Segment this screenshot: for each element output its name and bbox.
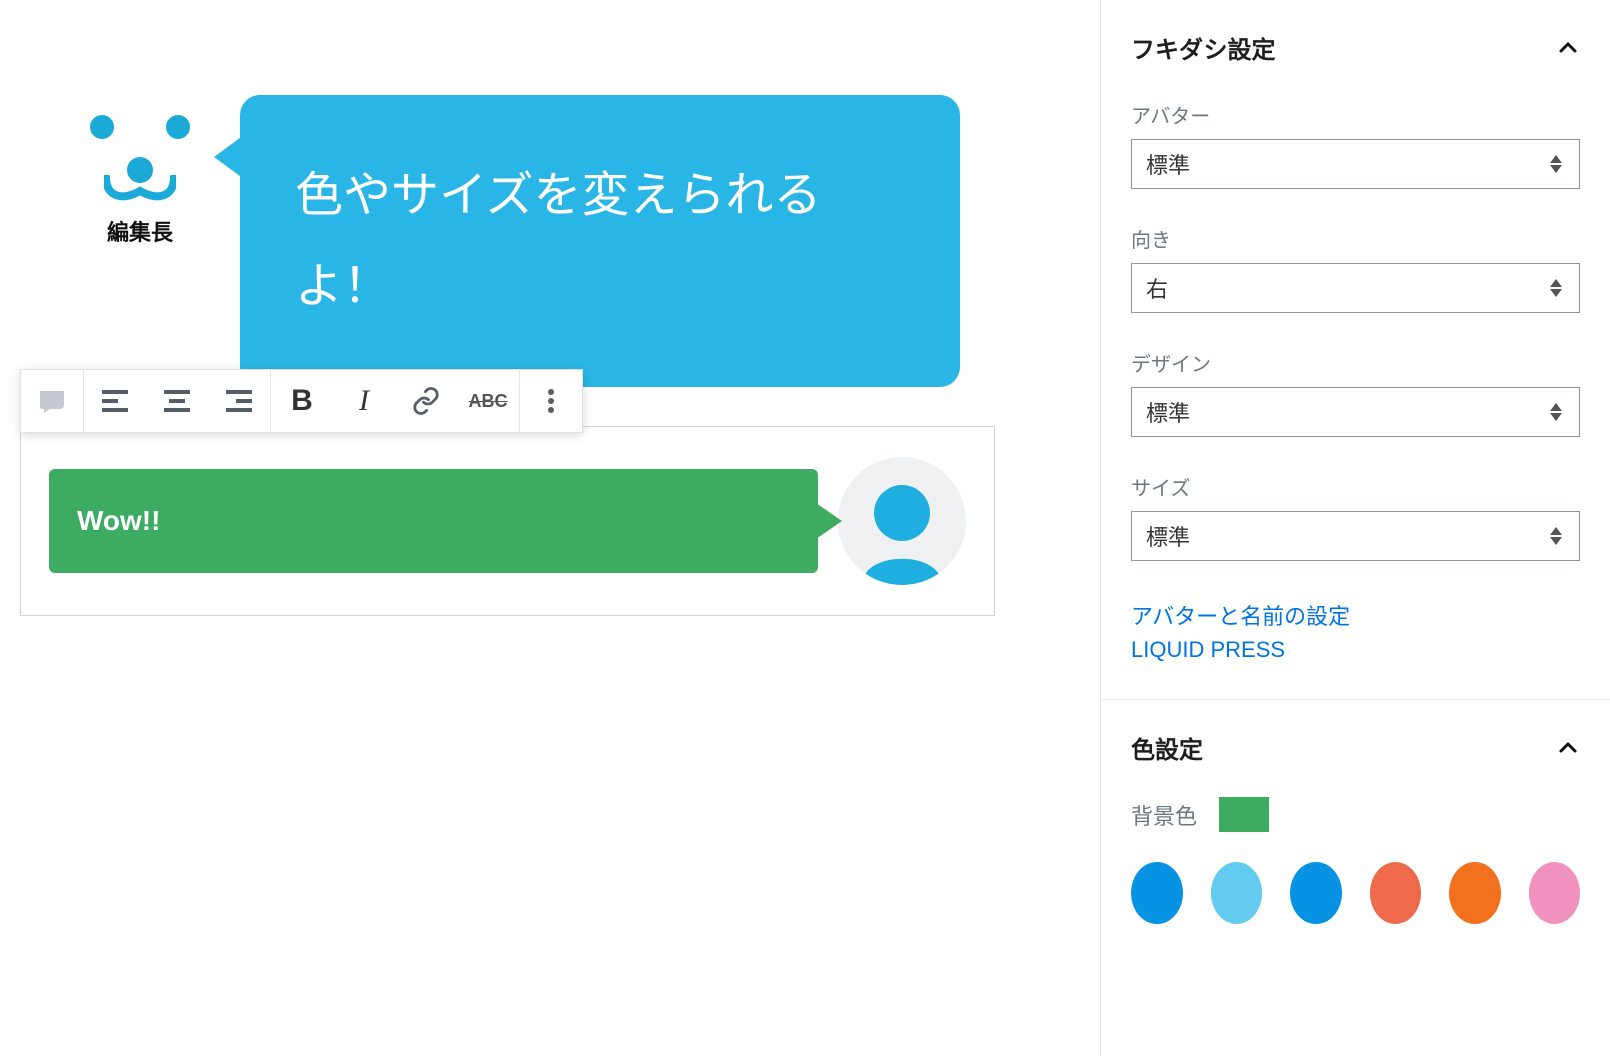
select-size[interactable]: 標準 [1131, 511, 1580, 561]
more-options-button[interactable] [520, 370, 582, 432]
select-arrows-icon [1547, 279, 1565, 297]
link-button[interactable] [395, 370, 457, 432]
color-swatch-2[interactable] [1290, 862, 1342, 924]
label-avatar: アバター [1131, 100, 1580, 129]
align-left-button[interactable] [84, 370, 146, 432]
label-design: デザイン [1131, 348, 1580, 377]
panel-header-fukidashi[interactable]: フキダシ設定 [1131, 30, 1580, 65]
color-palette [1131, 862, 1580, 924]
block-type-button[interactable] [21, 370, 83, 432]
field-avatar: アバター 標準 [1131, 100, 1580, 189]
block-toolbar: B I ABC [20, 369, 583, 433]
select-value: 標準 [1146, 148, 1547, 180]
select-direction[interactable]: 右 [1131, 263, 1580, 313]
chevron-up-icon [1556, 36, 1580, 60]
avatar-column: 編集長 [75, 115, 205, 247]
link-liquid-press[interactable]: LIQUID PRESS [1131, 637, 1580, 663]
color-swatch-4[interactable] [1449, 862, 1501, 924]
select-design[interactable]: 標準 [1131, 387, 1580, 437]
panel-fukidashi: フキダシ設定 アバター 標準 向き 右 デザイン 標準 サイズ [1101, 0, 1610, 700]
editor-area: 編集長 色やサイズを変えられるよ！ B I [0, 0, 1100, 1056]
dog-avatar-icon [85, 115, 195, 205]
field-size: サイズ 標準 [1131, 472, 1580, 561]
avatar-name: 編集長 [107, 215, 173, 247]
select-avatar[interactable]: 標準 [1131, 139, 1580, 189]
color-swatch-5[interactable] [1529, 862, 1581, 924]
select-value: 標準 [1146, 396, 1547, 428]
settings-sidebar: フキダシ設定 アバター 標準 向き 右 デザイン 標準 サイズ [1100, 0, 1610, 1056]
strikethrough-button[interactable]: ABC [457, 370, 519, 432]
bold-button[interactable]: B [271, 370, 333, 432]
panel-title: 色設定 [1131, 730, 1203, 765]
speech-bubble-block-selected[interactable]: Wow!! [20, 426, 995, 616]
bubble-tail-right-icon [816, 503, 842, 539]
avatar-icon [838, 457, 966, 585]
bgcolor-swatch[interactable] [1219, 797, 1269, 832]
color-swatch-3[interactable] [1370, 862, 1422, 924]
align-right-button[interactable] [208, 370, 270, 432]
field-direction: 向き 右 [1131, 224, 1580, 313]
panel-title: フキダシ設定 [1131, 30, 1275, 65]
label-size: サイズ [1131, 472, 1580, 501]
select-value: 標準 [1146, 520, 1547, 552]
bubble-text: Wow!! [77, 505, 160, 536]
background-color-row: 背景色 [1131, 797, 1580, 832]
select-arrows-icon [1547, 527, 1565, 545]
panel-colors: 色設定 背景色 [1101, 700, 1610, 960]
panel-header-colors[interactable]: 色設定 [1131, 730, 1580, 765]
speech-bubble-block-top: 編集長 色やサイズを変えられるよ！ [75, 95, 1060, 387]
align-center-button[interactable] [146, 370, 208, 432]
label-direction: 向き [1131, 224, 1580, 253]
bubble-tail-left-icon [214, 135, 244, 179]
color-swatch-1[interactable] [1211, 862, 1263, 924]
speech-bubble-top[interactable]: 色やサイズを変えられるよ！ [240, 95, 960, 387]
chevron-up-icon [1556, 736, 1580, 760]
select-value: 右 [1146, 272, 1547, 304]
field-design: デザイン 標準 [1131, 348, 1580, 437]
label-bgcolor: 背景色 [1131, 799, 1197, 831]
bubble-text: 色やサイズを変えられるよ！ [295, 169, 822, 313]
select-arrows-icon [1547, 403, 1565, 421]
select-arrows-icon [1547, 155, 1565, 173]
link-avatar-settings[interactable]: アバターと名前の設定 [1131, 599, 1580, 631]
color-swatch-0[interactable] [1131, 862, 1183, 924]
italic-button[interactable]: I [333, 370, 395, 432]
speech-bubble-green[interactable]: Wow!! [49, 469, 818, 573]
